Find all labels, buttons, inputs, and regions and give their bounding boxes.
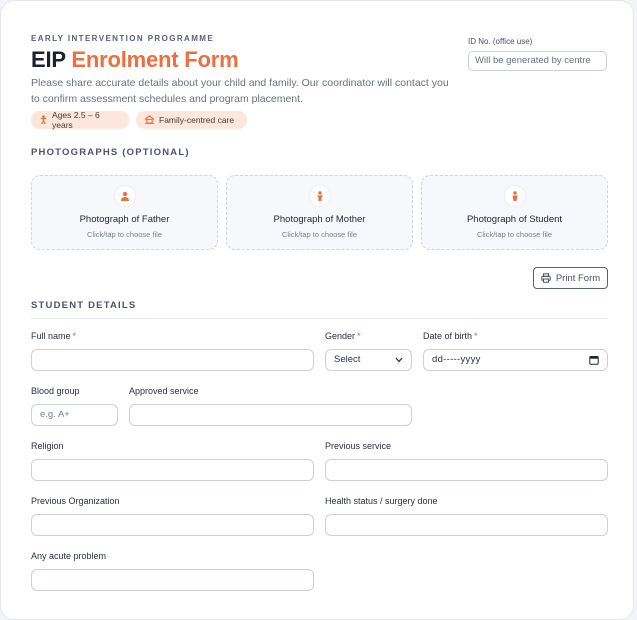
photos-heading: PHOTOGRAPHS (OPTIONAL) [31,147,190,158]
photo-upload-father[interactable]: Photograph of Father Click/tap to choose… [31,175,218,250]
photo-title: Photograph of Student [466,214,563,225]
home-icon [144,114,155,126]
full-name-label: Full name * [31,331,77,341]
previous-service-label: Previous service [325,441,392,451]
photo-hint: Click/tap to choose file [86,230,163,239]
previous-org-label: Previous Organization [31,496,120,506]
child-icon [39,114,48,126]
eyebrow-text: EARLY INTERVENTION PROGRAMME [31,34,215,43]
pill-age-range: Ages 2.5 – 6 years [31,110,129,130]
blood-group-input[interactable]: e.g. A+ [31,404,118,426]
title-accent: Enrolment Form [71,47,239,72]
acute-problem-label: Any acute problem [31,551,107,561]
person-icon [309,186,330,206]
approved-service-input[interactable] [129,404,412,426]
person-icon [114,186,135,206]
photo-hint: Click/tap to choose file [281,230,358,239]
pill-label: Family-centred care [159,115,235,125]
title-main: EIP [31,47,66,72]
photo-title: Photograph of Mother [273,214,366,225]
chevron-down-icon [395,357,403,363]
pill-label: Ages 2.5 – 6 years [52,110,100,130]
pill-family-care: Family-centred care [136,111,247,129]
previous-service-input[interactable] [325,459,608,481]
dob-input[interactable]: dd-----yyyy [423,349,608,371]
approved-service-label: Approved service [129,386,199,396]
enrolment-card: EARLY INTERVENTION PROGRAMME EIP Enrolme… [0,0,634,620]
health-status-input[interactable] [325,514,608,536]
gender-select[interactable]: Select [325,349,412,371]
printer-icon [541,273,551,283]
calendar-icon[interactable] [589,355,599,365]
photo-hint: Click/tap to choose file [476,230,553,239]
previous-org-input[interactable] [31,514,314,536]
religion-input[interactable] [31,459,314,481]
photo-upload-student[interactable]: Photograph of Student Click/tap to choos… [421,175,608,250]
form-description: Please share accurate details about your… [31,77,449,105]
acute-problem-input[interactable] [31,569,314,591]
photo-upload-mother[interactable]: Photograph of Mother Click/tap to choose… [226,175,413,250]
gender-label: Gender * [325,331,361,341]
id-number-input[interactable]: Will be generated by centre [468,51,607,71]
print-form-button[interactable]: Print Form [533,267,608,289]
gender-selected-value: Select [334,354,361,365]
student-details-heading: STUDENT DETAILS [31,300,137,311]
full-name-input[interactable] [31,349,314,371]
print-label: Print Form [555,272,601,284]
section-divider [31,318,608,319]
blood-group-label: Blood group [31,386,80,396]
page-title: EIP Enrolment Form [31,47,239,73]
photo-title: Photograph of Father [79,214,170,225]
id-label: ID No. (office use) [468,37,533,46]
person-icon [504,186,525,206]
dob-value: dd-----yyyy [432,354,481,365]
religion-label: Religion [31,441,64,451]
health-status-label: Health status / surgery done [325,496,438,506]
dob-label: Date of birth * [423,331,478,341]
